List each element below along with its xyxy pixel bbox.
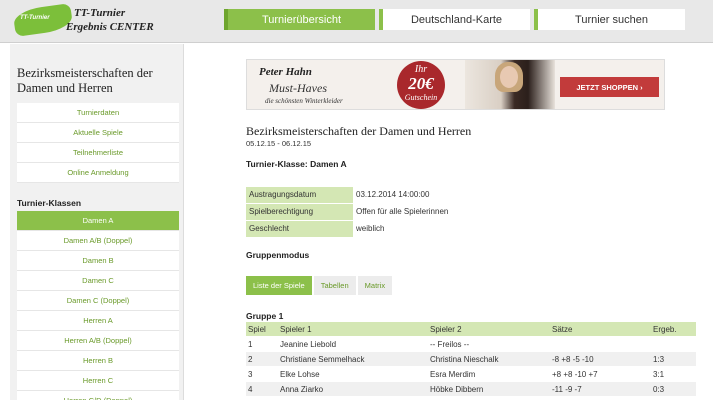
cell-spiel: 3 (248, 369, 253, 379)
class-item[interactable]: Damen B (17, 251, 179, 271)
sidebar-item-teilnehmerliste[interactable]: Teilnehmerliste (17, 143, 179, 163)
info-key: Geschlecht (246, 220, 353, 237)
cell-spieler1[interactable]: Jeanine Liebold (280, 340, 430, 349)
class-item[interactable]: Herren A (17, 311, 179, 331)
cell-ergebnis: 3:1 (653, 369, 665, 379)
info-key: Spielberechtigung (246, 203, 353, 220)
col-header-spieler1: Spieler 1 (280, 324, 312, 334)
cell-spieler1[interactable]: Anna Ziarko (280, 385, 430, 394)
page-title: Bezirksmeisterschaften der Damen und Her… (246, 124, 472, 138)
sidebar-title: Bezirksmeisterschaften der Damen und Her… (17, 66, 153, 95)
col-header-spieler2: Spieler 2 (430, 324, 462, 334)
class-item[interactable]: Damen A (17, 211, 179, 231)
cell-saetze: +8 +8 -10 +7 (552, 369, 598, 379)
info-table: Austragungsdatum 03.12.2014 14:00:00 Spi… (246, 186, 506, 237)
table-header-row: Spiel Spieler 1 Spieler 2 Sätze Ergeb. (246, 322, 696, 337)
info-row: Spielberechtigung Offen für alle Spieler… (246, 203, 506, 220)
col-header-ergebnis: Ergeb. (653, 324, 677, 334)
class-list: Damen A Damen A/B (Doppel) Damen B Damen… (17, 211, 179, 400)
ad-badge-amount: 20€ (408, 74, 434, 93)
col-header-spiel: Spiel (248, 324, 266, 334)
logo[interactable]: TT-Turnier TT-Turnier Ergebnis CENTER (12, 3, 164, 39)
view-tabs: Liste der Spiele Tabellen Matrix (246, 276, 393, 295)
header: TT-Turnier TT-Turnier Ergebnis CENTER Tu… (0, 0, 713, 43)
info-row: Austragungsdatum 03.12.2014 14:00:00 (246, 186, 506, 203)
cell-spieler2[interactable]: Höbke Dibbern (430, 385, 552, 394)
class-item[interactable]: Herren C (17, 371, 179, 391)
info-row: Geschlecht weiblich (246, 220, 506, 237)
logo-line2: Ergebnis CENTER (66, 21, 154, 33)
ad-model-face (500, 66, 518, 88)
class-item[interactable]: Herren A/B (Doppel) (17, 331, 179, 351)
cell-spiel: 1 (248, 339, 253, 349)
tournament-class: Turnier-Klasse: Damen A (246, 159, 347, 169)
class-item[interactable]: Damen A/B (Doppel) (17, 231, 179, 251)
ad-headline: Must-Haves (269, 81, 327, 95)
ad-voucher-badge: Ihr 20€ Gutschein (397, 61, 445, 109)
cell-saetze: -8 +8 -5 -10 (552, 354, 594, 364)
nav-tab-turnier-suchen[interactable]: Turnier suchen (534, 9, 685, 30)
info-value: weiblich (356, 224, 385, 233)
table-row: 2 Christiane Semmelhack Christina Niesch… (246, 352, 696, 367)
mode-heading: Gruppenmodus (246, 250, 310, 260)
sidebar-item-turnierdaten[interactable]: Turnierdaten (17, 103, 179, 123)
sidebar-links: Turnierdaten Aktuelle Spiele Teilnehmerl… (17, 103, 179, 183)
cell-spiel: 2 (248, 354, 253, 364)
ad-shop-button[interactable]: JETZT SHOPPEN › (560, 77, 659, 97)
sidebar: Bezirksmeisterschaften der Damen und Her… (10, 44, 184, 400)
info-value: Offen für alle Spielerinnen (356, 207, 449, 216)
info-value: 03.12.2014 14:00:00 (356, 190, 430, 199)
tab-tabellen[interactable]: Tabellen (313, 276, 356, 295)
cell-spieler1[interactable]: Christiane Semmelhack (280, 355, 430, 364)
page: TT-Turnier TT-Turnier Ergebnis CENTER Tu… (0, 0, 713, 400)
table-row: 3 Elke Lohse Esra Merdim +8 +8 -10 +7 3:… (246, 367, 696, 382)
sidebar-item-online-anmeldung[interactable]: Online Anmeldung (17, 163, 179, 183)
table-row: 1 Jeanine Liebold -- Freilos -- (246, 337, 696, 352)
games-table: Spiel Spieler 1 Spieler 2 Sätze Ergeb. 1… (246, 322, 696, 397)
ad-brand: Peter Hahn (259, 66, 312, 78)
info-key: Austragungsdatum (246, 186, 353, 203)
sidebar-item-aktuelle-spiele[interactable]: Aktuelle Spiele (17, 123, 179, 143)
cell-spieler2[interactable]: Christina Nieschalk (430, 355, 552, 364)
cell-saetze: -11 -9 -7 (552, 384, 582, 394)
nav-tab-turnieruebersicht[interactable]: Turnierübersicht (224, 9, 375, 30)
tab-liste-der-spiele[interactable]: Liste der Spiele (246, 276, 312, 295)
tournament-dates: 05.12.15 - 06.12.15 (246, 139, 312, 148)
logo-badge: TT-Turnier (20, 15, 50, 21)
cell-ergebnis: 0:3 (653, 384, 665, 394)
nav-tab-deutschland-karte[interactable]: Deutschland-Karte (379, 9, 530, 30)
top-nav: Turnierübersicht Deutschland-Karte Turni… (224, 9, 685, 30)
cell-spieler2[interactable]: Esra Merdim (430, 370, 552, 379)
ad-badge-bottom: Gutschein (404, 93, 438, 102)
classes-heading: Turnier-Klassen (17, 198, 82, 208)
class-item[interactable]: Herren C/D (Doppel) (17, 391, 179, 400)
col-header-saetze: Sätze (552, 324, 573, 334)
class-item[interactable]: Herren B (17, 351, 179, 371)
tab-matrix[interactable]: Matrix (357, 276, 393, 295)
ad-subline: die schönsten Winterkleider (265, 97, 343, 105)
table-row: 4 Anna Ziarko Höbke Dibbern -11 -9 -7 0:… (246, 382, 696, 397)
class-item[interactable]: Damen C (Doppel) (17, 291, 179, 311)
cell-spieler1[interactable]: Elke Lohse (280, 370, 430, 379)
cell-ergebnis: 1:3 (653, 354, 665, 364)
cell-spieler2: -- Freilos -- (430, 339, 470, 349)
class-item[interactable]: Damen C (17, 271, 179, 291)
ad-banner[interactable]: Peter Hahn Must-Haves die schönsten Wint… (246, 59, 665, 110)
group-heading: Gruppe 1 (246, 311, 284, 321)
logo-line1: TT-Turnier (74, 7, 126, 19)
cell-spiel: 4 (248, 384, 253, 394)
